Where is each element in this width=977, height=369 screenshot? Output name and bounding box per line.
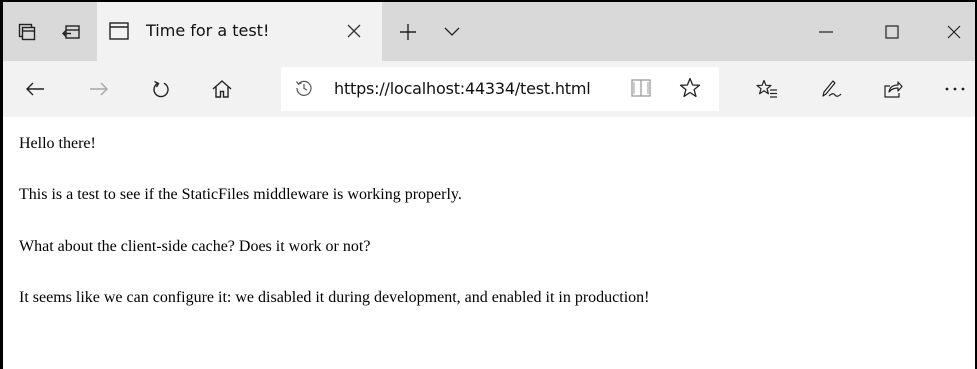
tab-bar: Time for a test! (3, 2, 975, 61)
history-icon[interactable] (295, 79, 313, 97)
refresh-icon[interactable] (145, 73, 177, 105)
page-icon (109, 22, 129, 40)
star-icon[interactable] (679, 77, 701, 99)
home-icon[interactable] (206, 73, 238, 105)
chevron-down-icon[interactable] (432, 2, 472, 61)
tabs-aside-icon[interactable] (7, 2, 47, 61)
ellipsis-icon[interactable] (939, 73, 971, 105)
maximize-icon[interactable] (869, 2, 915, 61)
url-text[interactable]: https://localhost:44334/test.html (334, 79, 591, 98)
back-arrow-icon[interactable] (19, 73, 51, 105)
tab-active[interactable]: Time for a test! (97, 2, 382, 61)
paragraph: It seems like we can configure it: we di… (19, 289, 650, 306)
navigation-toolbar: https://localhost:44334/test.html (3, 61, 975, 117)
book-icon[interactable] (631, 78, 651, 98)
favorites-list-icon[interactable] (751, 73, 783, 105)
tab-title: Time for a test! (146, 21, 270, 40)
pen-icon[interactable] (815, 73, 847, 105)
set-tabs-aside-icon[interactable] (51, 2, 91, 61)
paragraph: Hello there! (19, 135, 96, 152)
close-icon[interactable] (341, 18, 367, 44)
plus-icon[interactable] (388, 2, 428, 61)
browser-window: Time for a test! https://localhost:44334… (0, 0, 977, 369)
share-icon[interactable] (877, 73, 909, 105)
paragraph: What about the client-side cache? Does i… (19, 238, 371, 255)
address-bar[interactable]: https://localhost:44334/test.html (281, 67, 719, 111)
minimize-icon[interactable] (803, 2, 849, 61)
paragraph: This is a test to see if the StaticFiles… (19, 186, 462, 203)
forward-arrow-icon[interactable] (83, 73, 115, 105)
close-window-icon[interactable] (931, 2, 975, 61)
